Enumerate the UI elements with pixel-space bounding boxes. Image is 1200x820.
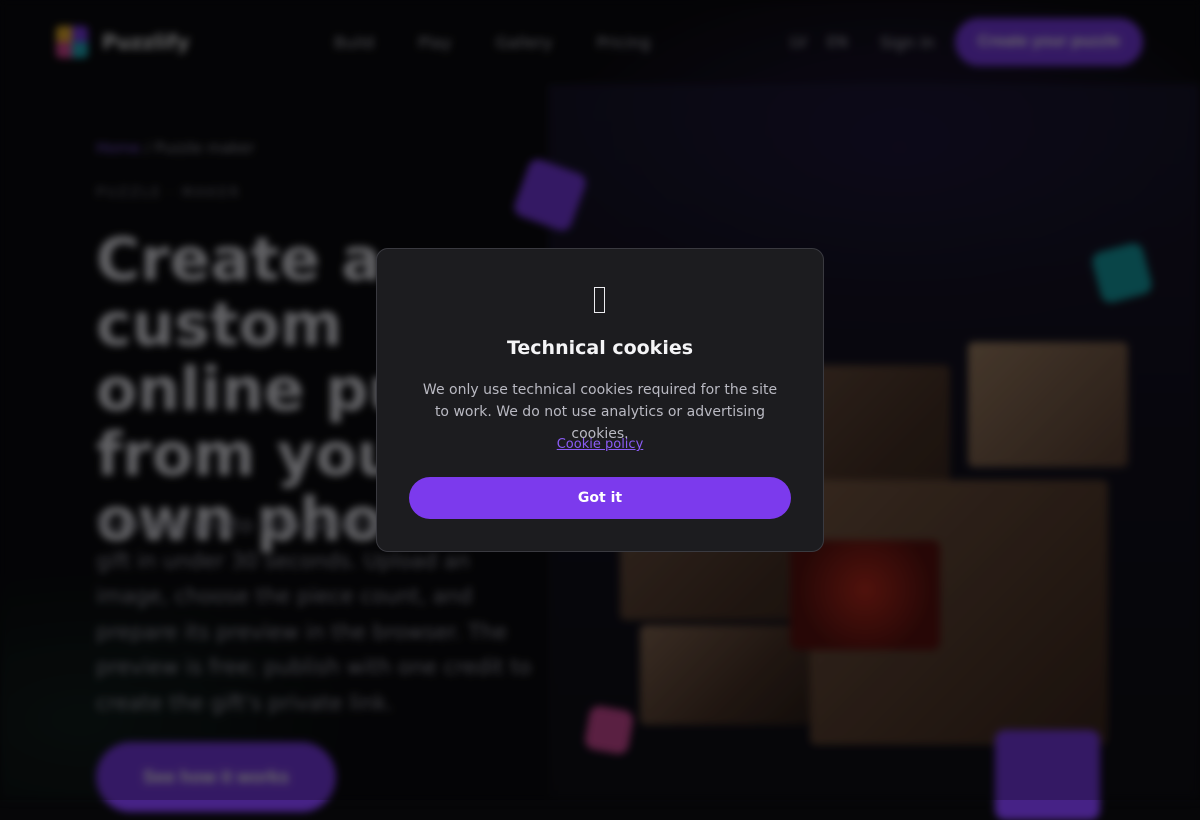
cookie-policy-link[interactable]: Cookie policy <box>377 437 823 452</box>
cookie-dialog-body: We only use technical cookies required f… <box>422 382 778 442</box>
cookie-dialog-title: Technical cookies <box>506 337 694 359</box>
got-it-button[interactable]: Got it <box>409 477 791 519</box>
cookie-icon <box>594 287 605 313</box>
